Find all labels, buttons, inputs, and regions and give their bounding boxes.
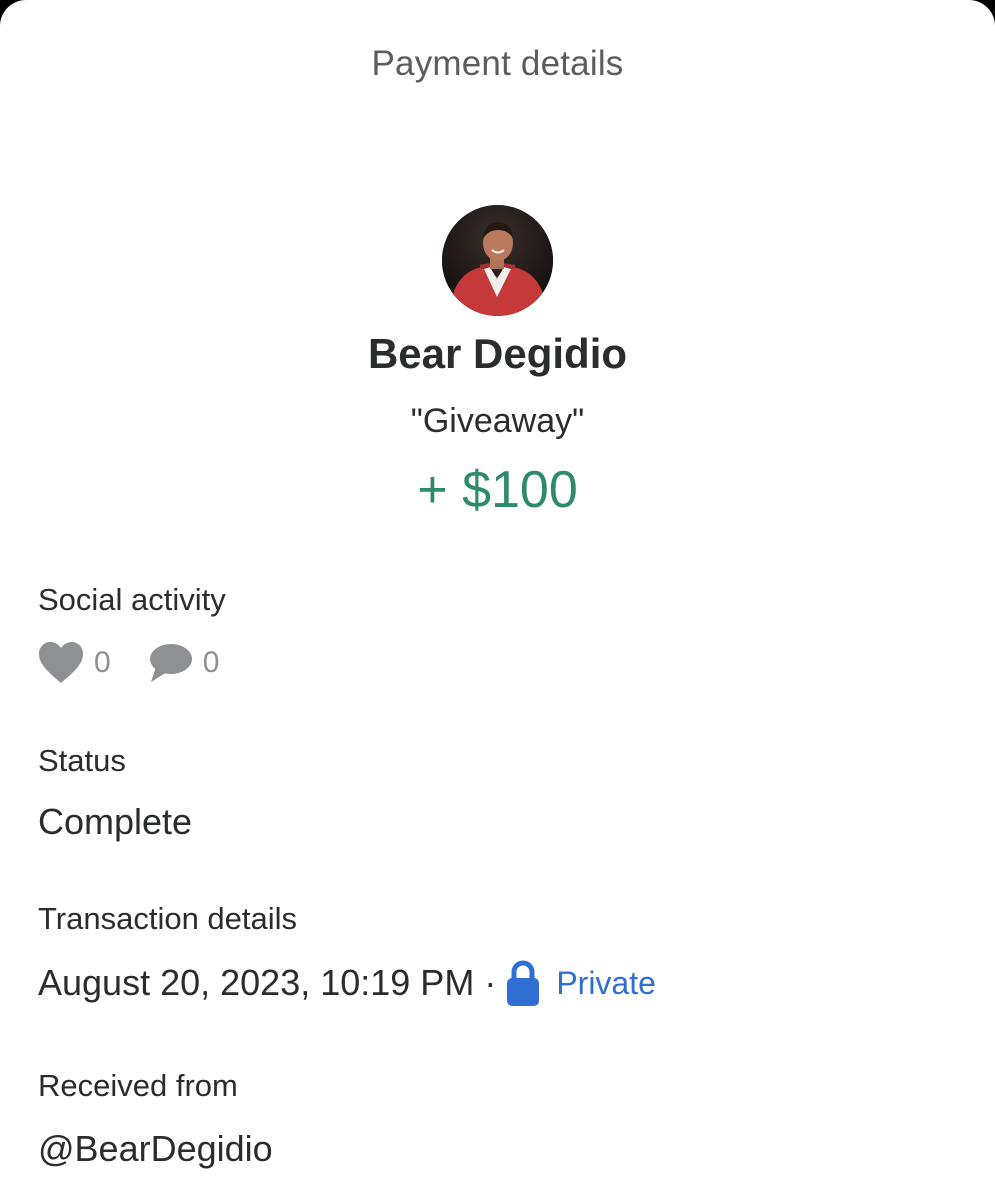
status-value: Complete <box>38 801 193 842</box>
like-button[interactable]: 0 <box>38 641 111 685</box>
lock-icon <box>507 960 540 1006</box>
transaction-details-row: August 20, 2023, 10:19 PM · Private <box>38 958 656 1008</box>
social-activity-row: 0 0 <box>38 640 219 686</box>
transaction-details-label: Transaction details <box>38 901 298 936</box>
privacy-label: Private <box>556 964 656 1001</box>
page-title: Payment details <box>371 44 624 83</box>
payment-details-sheet: Payment details Bear Degidio "Giveaway" … <box>0 0 995 1200</box>
payment-amount: + $100 <box>417 461 578 519</box>
payment-note: "Giveaway" <box>410 402 585 440</box>
transaction-datetime: August 20, 2023, 10:19 PM <box>38 962 475 1003</box>
received-from-username[interactable]: @BearDegidio <box>38 1128 273 1170</box>
received-from-label: Received from <box>38 1068 238 1103</box>
comment-button[interactable]: 0 <box>147 643 220 683</box>
status-label: Status <box>38 743 126 778</box>
payer-name: Bear Degidio <box>367 330 628 377</box>
avatar-photo <box>442 205 553 316</box>
social-activity-label: Social activity <box>38 582 226 617</box>
separator-dot: · <box>484 962 497 1003</box>
comment-icon <box>149 644 192 682</box>
privacy-setting[interactable]: Private <box>506 959 656 1007</box>
avatar[interactable] <box>442 205 553 316</box>
comment-count: 0 <box>202 646 220 679</box>
heart-icon <box>39 642 83 683</box>
like-count: 0 <box>94 646 111 679</box>
